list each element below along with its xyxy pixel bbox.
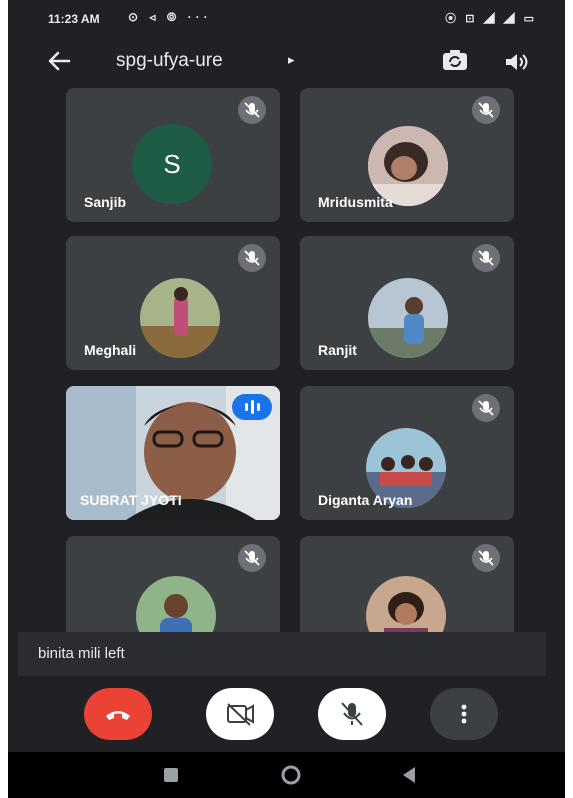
- participant-name: Ranjit: [318, 342, 357, 358]
- microphone-toggle-button[interactable]: [318, 688, 386, 740]
- avatar: [136, 576, 216, 636]
- status-time: 11:23 AM: [48, 12, 100, 26]
- nav-recents-icon[interactable]: [162, 766, 180, 784]
- system-nav-bar: [8, 752, 565, 798]
- participant-tile[interactable]: [300, 536, 514, 636]
- nav-home-icon[interactable]: [280, 764, 302, 786]
- avatar: S: [132, 124, 212, 204]
- participant-tile[interactable]: Mridusmita: [300, 88, 514, 222]
- speaker-icon[interactable]: [502, 48, 530, 76]
- mic-off-icon: [238, 96, 266, 124]
- status-bar: 11:23 AM ⊙ ◃ ⦾ ··· ⦿ ⊡ ◢ ◢ ▭: [8, 0, 565, 38]
- participant-name: SUBRAT JYOTI: [80, 492, 182, 508]
- camera-toggle-button[interactable]: [206, 688, 274, 740]
- participant-name: Diganta Aryan: [318, 492, 413, 508]
- participant-video-tile[interactable]: SUBRAT JYOTI: [66, 386, 280, 520]
- more-vert-icon: [461, 704, 467, 724]
- participant-tile[interactable]: [66, 536, 280, 636]
- mic-off-icon: [472, 96, 500, 124]
- participant-tile[interactable]: Ranjit: [300, 236, 514, 370]
- mic-off-icon: [472, 244, 500, 272]
- call-header: spg-ufya-ure ▸: [8, 40, 565, 84]
- speaking-indicator-icon: [232, 394, 272, 420]
- end-call-button[interactable]: [84, 688, 152, 740]
- toast-message: binita mili left: [38, 645, 125, 662]
- switch-camera-icon[interactable]: [440, 46, 470, 76]
- mic-off-icon: [472, 544, 500, 572]
- mic-off-icon: [238, 544, 266, 572]
- meeting-code-title[interactable]: spg-ufya-ure: [116, 50, 223, 72]
- participant-tile[interactable]: Diganta Aryan: [300, 386, 514, 520]
- participant-name: Meghali: [84, 342, 137, 358]
- avatar: [368, 278, 448, 358]
- camera-off-icon: [227, 703, 254, 726]
- mic-off-icon: [238, 244, 266, 272]
- end-call-icon: [106, 711, 130, 720]
- participant-name: Mridusmita: [318, 194, 393, 210]
- participant-tile[interactable]: Meghali: [66, 236, 280, 370]
- back-arrow-icon[interactable]: [44, 46, 74, 76]
- nav-back-icon[interactable]: [400, 765, 418, 785]
- avatar: [366, 576, 446, 636]
- status-left-icons: ⊙ ◃ ⦾ ···: [128, 10, 212, 24]
- participant-name: Sanjib: [84, 194, 127, 210]
- participant-left-toast: binita mili left: [18, 632, 546, 676]
- more-options-button[interactable]: [430, 688, 498, 740]
- mic-off-icon: [341, 702, 363, 726]
- phone-screen: 11:23 AM ⊙ ◃ ⦾ ··· ⦿ ⊡ ◢ ◢ ▭ spg-ufya-ur…: [8, 0, 565, 798]
- mic-off-icon: [472, 394, 500, 422]
- caret-right-icon[interactable]: ▸: [288, 52, 295, 68]
- status-right-icons: ⦿ ⊡ ◢ ◢ ▭: [445, 13, 537, 25]
- participant-tile[interactable]: S Sanjib: [66, 88, 280, 222]
- avatar: [140, 278, 220, 358]
